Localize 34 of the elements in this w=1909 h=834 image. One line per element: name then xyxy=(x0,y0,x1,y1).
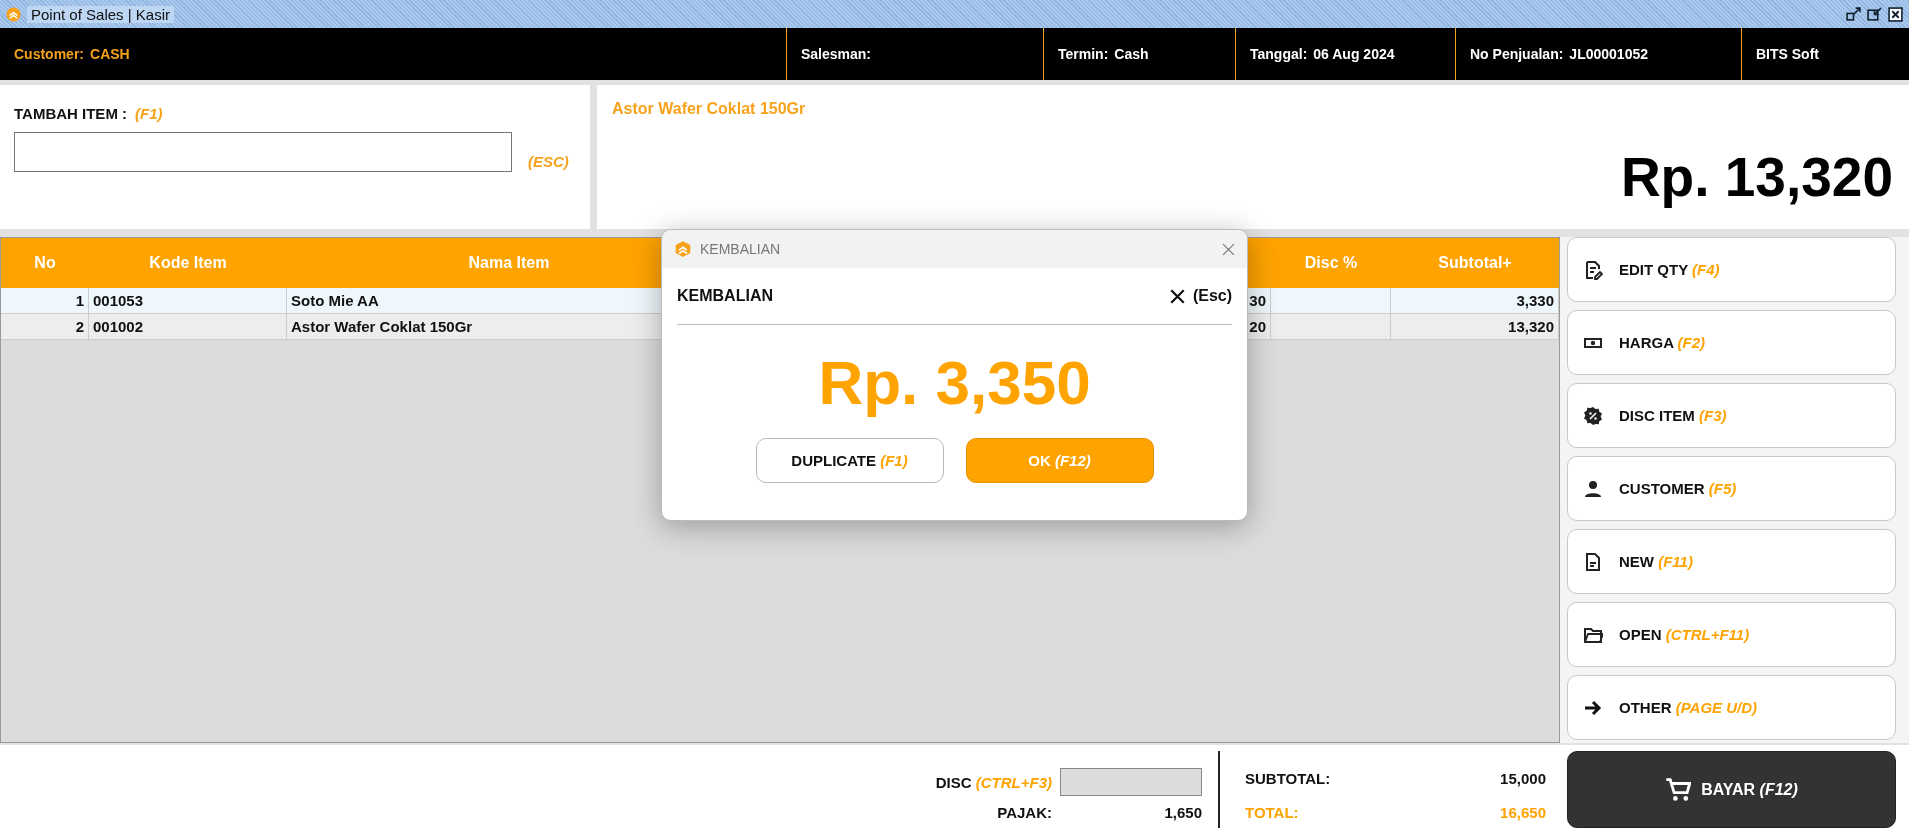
tax-label: PAJAK: xyxy=(997,804,1052,822)
column-header: Nama Item xyxy=(468,254,550,272)
header-value: CASH xyxy=(90,46,130,62)
product-name: Astor Wafer Coklat 150Gr xyxy=(612,100,807,118)
column-header: Kode Item xyxy=(148,253,228,273)
header-value: Cash xyxy=(1114,46,1149,62)
table-cell: 001002 xyxy=(89,314,287,340)
header-value: 06 Aug 2024 xyxy=(1313,46,1395,62)
add-item-label: TAMBAH ITEM : xyxy=(14,105,128,122)
window-title: Point of Sales | Kasir xyxy=(27,5,174,23)
tax-value: 1,650 xyxy=(1163,804,1202,822)
header-value: JL00001052 xyxy=(1569,46,1648,62)
shortcut-hint: (ESC) xyxy=(528,153,569,170)
total-value: 16,650 xyxy=(1500,803,1546,821)
brand-name: BITS Soft xyxy=(1756,46,1819,62)
subtotal-value: 15,000 xyxy=(1500,769,1546,787)
table-cell: 2 xyxy=(1,314,89,340)
dialog-title: KEMBALIAN xyxy=(700,241,781,257)
subtotal-label: SUBTOTAL: xyxy=(1245,769,1331,787)
column-header: Subtotal+ xyxy=(1437,253,1513,273)
column-header: No xyxy=(33,253,57,273)
table-cell: 13,320 xyxy=(1391,314,1559,340)
product-price: Rp. 13,320 xyxy=(1620,145,1893,209)
header-label: Salesman: xyxy=(801,46,872,62)
change-amount: Rp. 3,350 xyxy=(817,347,1092,418)
disc-label: DISC (CTRL+F3) xyxy=(935,773,1052,791)
column-header: Disc % xyxy=(1303,253,1359,273)
header-label: No Penjualan: xyxy=(1470,46,1564,62)
header-label: Customer: xyxy=(14,46,84,62)
shortcut-hint: (Esc) xyxy=(1192,287,1232,305)
shortcut-hint: (F1) xyxy=(135,105,163,122)
header-label: Termin: xyxy=(1058,46,1109,62)
header-label: Tanggal: xyxy=(1250,46,1308,62)
total-label: TOTAL: xyxy=(1245,803,1299,821)
